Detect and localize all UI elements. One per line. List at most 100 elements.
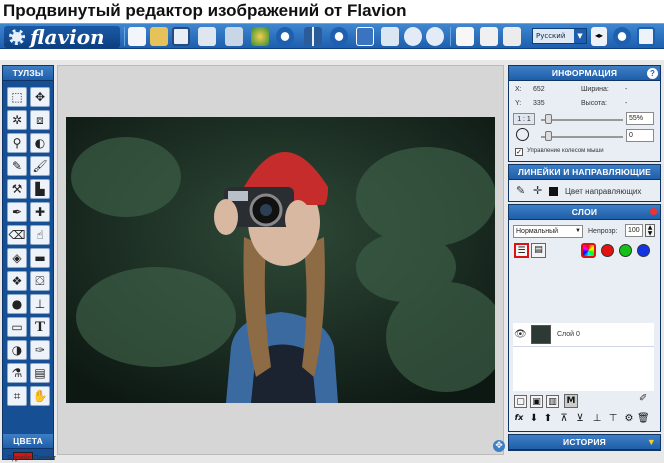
help-icon[interactable]: ?	[647, 68, 658, 79]
blend-mode-select[interactable]: Нормальный ▼	[513, 225, 583, 238]
nav-arrows-icon[interactable]: ◂▸	[591, 27, 607, 46]
info-panel-title: ИНФОРМАЦИЯ	[551, 68, 618, 78]
settings-icon[interactable]: ⚙	[623, 413, 635, 424]
shapes-icon[interactable]: ◑	[7, 340, 27, 360]
ruler-pen-icon[interactable]: ✎	[516, 184, 525, 197]
stamp-icon[interactable]: ⊥	[30, 294, 50, 314]
eyedropper-icon[interactable]: ✑	[30, 340, 50, 360]
healing-icon[interactable]: ✚	[30, 202, 50, 222]
opacity-field[interactable]: 100	[625, 224, 643, 237]
fullscreen-icon[interactable]	[637, 27, 655, 46]
layer-list-view-button[interactable]: ☰	[514, 243, 529, 258]
gradient-icon[interactable]: ▭	[7, 317, 27, 337]
red-channel-button[interactable]	[601, 244, 614, 257]
eraser-block-icon[interactable]: ▬	[30, 248, 50, 268]
logo-text: flavion	[30, 25, 105, 49]
zoom-slider-knob[interactable]	[545, 114, 552, 124]
layer-row[interactable]: 👁 Слой 0	[513, 323, 654, 347]
undo-icon[interactable]	[404, 27, 422, 46]
rotate-slider-track[interactable]	[541, 136, 623, 138]
green-channel-button[interactable]	[619, 244, 632, 257]
wheel-control-checkbox[interactable]: ✓	[515, 148, 523, 156]
dodge-icon[interactable]: ◈	[7, 248, 27, 268]
move-down-icon[interactable]: ⬇	[528, 413, 540, 424]
zoom-reset-button[interactable]: 1 : 1	[513, 113, 535, 125]
paint-bucket-shape-icon[interactable]: ▙	[30, 179, 50, 199]
dropper-icon[interactable]: ⚗	[7, 363, 27, 383]
email-icon[interactable]	[198, 27, 216, 46]
brush-selection-icon[interactable]: ◐	[30, 133, 50, 153]
ruler-icon[interactable]: ▤	[30, 363, 50, 383]
move-icon[interactable]: ✥	[30, 87, 50, 107]
zoom-field[interactable]: 55%	[626, 112, 654, 125]
crosshair-icon[interactable]: ✛	[533, 184, 542, 197]
crop-icon[interactable]: ⌗	[7, 386, 27, 406]
eraser-icon[interactable]: ⌫	[7, 225, 27, 245]
brush-icon[interactable]: 🖌	[30, 156, 50, 176]
layers-panel-header: СЛОИ	[509, 205, 660, 220]
rotate-slider-knob[interactable]	[545, 131, 552, 141]
new-layer-button[interactable]: ▢	[514, 395, 527, 408]
color-wheel-button[interactable]	[581, 243, 596, 258]
sponge-icon[interactable]: ❖	[7, 271, 27, 291]
close-icon[interactable]	[650, 208, 657, 215]
new-file-icon[interactable]	[128, 27, 146, 46]
blur-dot-icon[interactable]: ●	[7, 294, 27, 314]
open-folder-icon[interactable]	[150, 27, 168, 46]
clone-stamp-icon[interactable]: ⚒	[7, 179, 27, 199]
cut-icon[interactable]	[480, 27, 498, 46]
photo-illustration	[66, 117, 495, 403]
trash-icon[interactable]: 🗑	[637, 413, 650, 424]
blue-channel-button[interactable]	[637, 244, 650, 257]
settings-gear-icon[interactable]	[276, 27, 294, 46]
status-text: Ядрайс Пипект	[7, 455, 57, 462]
move-up-icon[interactable]: ⬆	[542, 413, 554, 424]
bucket-icon[interactable]: ⛋	[30, 271, 50, 291]
crop-select-icon[interactable]: ⧈	[30, 110, 50, 130]
expand-triangle-icon[interactable]: ▼	[647, 435, 656, 450]
layer-thumbnail	[531, 325, 551, 344]
zoom-slider-track[interactable]	[541, 119, 623, 121]
opacity-stepper[interactable]: ▲ ▼	[645, 224, 655, 237]
guide-color-swatch[interactable]	[549, 187, 558, 196]
zoom-icon[interactable]	[613, 27, 631, 46]
mask-button[interactable]: M	[564, 394, 578, 408]
book-icon[interactable]	[356, 27, 374, 46]
save-icon[interactable]	[172, 27, 190, 46]
magic-wand-icon[interactable]: ✲	[7, 110, 27, 130]
grid-icon[interactable]	[304, 27, 322, 46]
marquee-select-icon[interactable]: ⬚	[7, 87, 27, 107]
align-icon[interactable]: ⊻	[574, 413, 586, 424]
pencil-icon[interactable]: ✎	[7, 156, 27, 176]
print-icon[interactable]	[225, 27, 243, 46]
canvas-image[interactable]	[66, 117, 495, 403]
width-label: Ширина:	[581, 86, 609, 93]
flatten-icon[interactable]: ⊤	[607, 413, 619, 424]
eye-visibility-icon[interactable]: 👁	[514, 329, 527, 340]
grab-icon[interactable]: ✋	[30, 386, 50, 406]
layers-panel-title: СЛОИ	[571, 207, 598, 217]
redo-icon[interactable]	[426, 27, 444, 46]
move-bottom-icon[interactable]: ⊼	[558, 413, 570, 424]
effects-icon[interactable]	[251, 27, 269, 46]
toolbar-divider	[124, 27, 125, 46]
settings-icon[interactable]	[330, 27, 348, 46]
merge-down-icon[interactable]: ⊥	[591, 413, 603, 424]
brush-clear-icon[interactable]: ✐	[639, 393, 647, 404]
resize-handle-icon[interactable]: ✥	[493, 440, 505, 452]
zoom-tool-icon[interactable]: ⚲	[7, 133, 27, 153]
smudge-icon[interactable]: ☝	[30, 225, 50, 245]
home-icon[interactable]	[381, 27, 399, 46]
copy-icon[interactable]	[456, 27, 474, 46]
pen-icon[interactable]: ✒	[7, 202, 27, 222]
height-value: -	[625, 100, 628, 107]
merge-layer-button[interactable]: ▥	[546, 395, 559, 408]
language-select[interactable]: Русский ▼	[532, 28, 587, 44]
text-tool-icon[interactable]: T	[30, 317, 50, 337]
rotate-field[interactable]: 0	[626, 129, 654, 142]
layer-compact-view-button[interactable]: ▤	[531, 243, 546, 258]
flavion-logo[interactable]: flavion	[4, 26, 120, 48]
paste-icon[interactable]	[503, 27, 521, 46]
duplicate-layer-button[interactable]: ▣	[530, 395, 543, 408]
fx-button[interactable]: fx	[513, 413, 525, 422]
